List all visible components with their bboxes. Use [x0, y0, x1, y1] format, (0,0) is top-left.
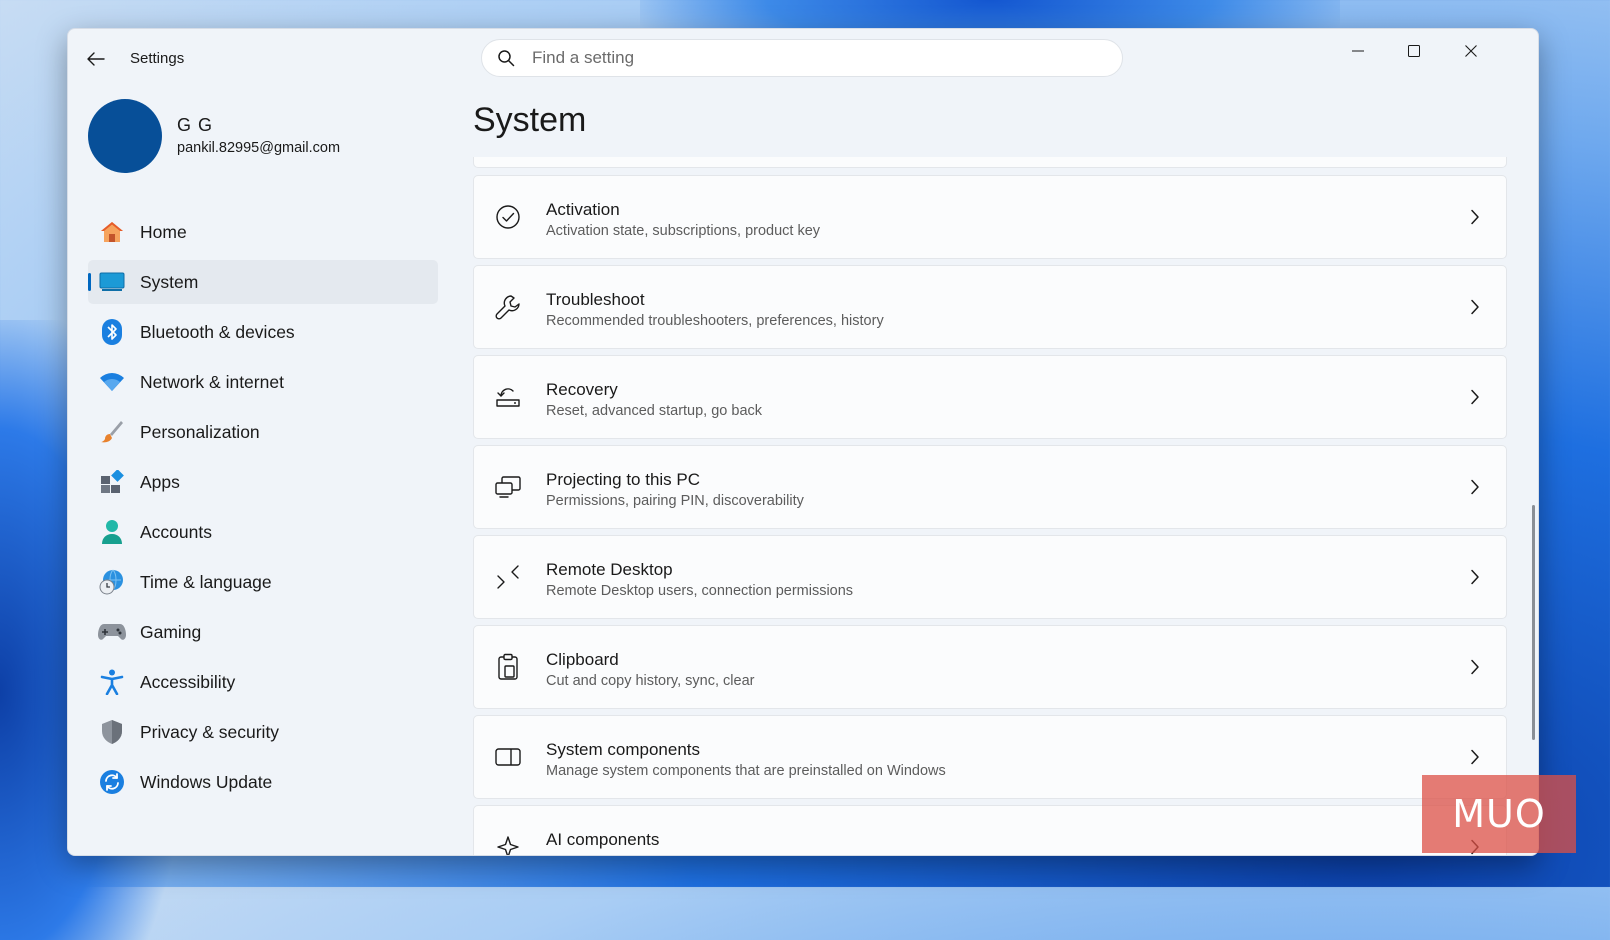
card-description: Reset, advanced startup, go back — [546, 403, 763, 419]
sidebar-item-label: Time & language — [140, 571, 272, 592]
gamepad-icon — [98, 618, 126, 646]
partial-card[interactable] — [473, 157, 1507, 168]
muo-watermark: MUO — [1422, 775, 1576, 853]
user-name: G G — [177, 115, 214, 135]
card-title: Remote Desktop — [546, 560, 673, 579]
sidebar-item-label: Windows Update — [140, 771, 273, 792]
minimize-button[interactable] — [1330, 33, 1386, 69]
search-input[interactable] — [530, 47, 1094, 69]
card-description: Cut and copy history, sync, clear — [546, 673, 755, 689]
remote-desktop-icon — [494, 563, 522, 591]
home-icon — [98, 218, 126, 246]
card-title: Activation — [546, 200, 620, 219]
sidebar-item-label: Privacy & security — [140, 721, 280, 742]
chevron-right-icon — [1471, 209, 1479, 225]
sidebar-item-label: Personalization — [140, 421, 260, 442]
wifi-icon — [98, 368, 126, 396]
update-icon — [98, 768, 126, 796]
card-recovery[interactable]: Recovery Reset, advanced startup, go bac… — [473, 355, 1507, 439]
card-projecting[interactable]: Projecting to this PC Permissions, pairi… — [473, 445, 1507, 529]
settings-window: Settings G G pankil.82995@gmail.com Home… — [67, 28, 1539, 856]
bluetooth-icon — [98, 318, 126, 346]
sparkle-icon — [494, 833, 522, 855]
check-circle-icon — [494, 203, 522, 231]
scrollbar-thumb[interactable] — [1532, 505, 1535, 740]
card-title: Recovery — [546, 380, 618, 399]
chevron-right-icon — [1471, 659, 1479, 675]
projecting-icon — [494, 473, 522, 501]
settings-list: Activation Activation state, subscriptio… — [473, 157, 1509, 855]
sidebar-item-network[interactable]: Network & internet — [88, 360, 438, 404]
chevron-right-icon — [1471, 479, 1479, 495]
maximize-button[interactable] — [1386, 33, 1442, 69]
apps-icon — [98, 468, 126, 496]
avatar[interactable] — [88, 99, 162, 173]
sidebar-item-label: Apps — [140, 471, 180, 492]
sidebar-item-label: Home — [140, 221, 187, 242]
sidebar-item-accounts[interactable]: Accounts — [88, 510, 438, 554]
chevron-right-icon — [1471, 389, 1479, 405]
close-button[interactable] — [1443, 33, 1499, 69]
accounts-icon — [98, 518, 126, 546]
card-title: Troubleshoot — [546, 290, 645, 309]
sidebar-item-apps[interactable]: Apps — [88, 460, 438, 504]
back-button[interactable] — [80, 45, 112, 73]
sidebar-item-label: Accounts — [140, 521, 212, 542]
sidebar-item-gaming[interactable]: Gaming — [88, 610, 438, 654]
brush-icon — [98, 418, 126, 446]
sidebar-item-time-language[interactable]: Time & language — [88, 560, 438, 604]
card-description: Activation state, subscriptions, product… — [546, 223, 821, 239]
globe-clock-icon — [98, 568, 126, 596]
sidebar-item-personalization[interactable]: Personalization — [88, 410, 438, 454]
search-icon — [498, 50, 515, 67]
card-activation[interactable]: Activation Activation state, subscriptio… — [473, 175, 1507, 259]
card-title: System components — [546, 740, 701, 759]
sidebar-item-windows-update[interactable]: Windows Update — [88, 760, 438, 804]
card-title: Clipboard — [546, 650, 619, 669]
card-description: Permissions, pairing PIN, discoverabilit… — [546, 493, 804, 509]
search-box[interactable] — [481, 39, 1123, 77]
wrench-icon — [494, 293, 522, 321]
back-arrow-icon — [87, 52, 105, 66]
system-components-icon — [494, 743, 522, 771]
chevron-right-icon — [1471, 749, 1479, 765]
maximize-icon — [1408, 45, 1420, 57]
close-icon — [1465, 45, 1477, 57]
sidebar-item-label: System — [140, 271, 199, 292]
sidebar-item-label: Accessibility — [140, 671, 236, 692]
sidebar-item-home[interactable]: Home — [88, 210, 438, 254]
page-title: System — [473, 101, 587, 139]
system-icon — [98, 268, 126, 296]
card-title: AI components — [546, 830, 660, 849]
chevron-right-icon — [1471, 299, 1479, 315]
recovery-icon — [494, 383, 522, 411]
shield-icon — [98, 718, 126, 746]
card-description: Manage system components that are preins… — [546, 763, 946, 779]
card-clipboard[interactable]: Clipboard Cut and copy history, sync, cl… — [473, 625, 1507, 709]
minimize-icon — [1352, 50, 1364, 52]
sidebar-nav: Home System Bluetooth & devices Network … — [88, 210, 438, 810]
sidebar-item-label: Bluetooth & devices — [140, 321, 295, 342]
sidebar-item-privacy[interactable]: Privacy & security — [88, 710, 438, 754]
sidebar-item-label: Network & internet — [140, 371, 284, 392]
sidebar-item-system[interactable]: System — [88, 260, 438, 304]
card-title: Projecting to this PC — [546, 470, 701, 489]
app-title: Settings — [130, 50, 185, 67]
accessibility-icon — [98, 668, 126, 696]
card-description: Recommended troubleshooters, preferences… — [546, 313, 884, 329]
card-remote-desktop[interactable]: Remote Desktop Remote Desktop users, con… — [473, 535, 1507, 619]
watermark-text: MUO — [1452, 792, 1546, 836]
card-ai-components[interactable]: AI components — [473, 805, 1507, 855]
card-system-components[interactable]: System components Manage system componen… — [473, 715, 1507, 799]
sidebar-item-label: Gaming — [140, 621, 202, 642]
card-troubleshoot[interactable]: Troubleshoot Recommended troubleshooters… — [473, 265, 1507, 349]
chevron-right-icon — [1471, 569, 1479, 585]
clipboard-icon — [494, 653, 522, 681]
sidebar-item-accessibility[interactable]: Accessibility — [88, 660, 438, 704]
user-email: pankil.82995@gmail.com — [177, 140, 341, 156]
sidebar-item-bluetooth[interactable]: Bluetooth & devices — [88, 310, 438, 354]
card-description: Remote Desktop users, connection permiss… — [546, 583, 854, 599]
